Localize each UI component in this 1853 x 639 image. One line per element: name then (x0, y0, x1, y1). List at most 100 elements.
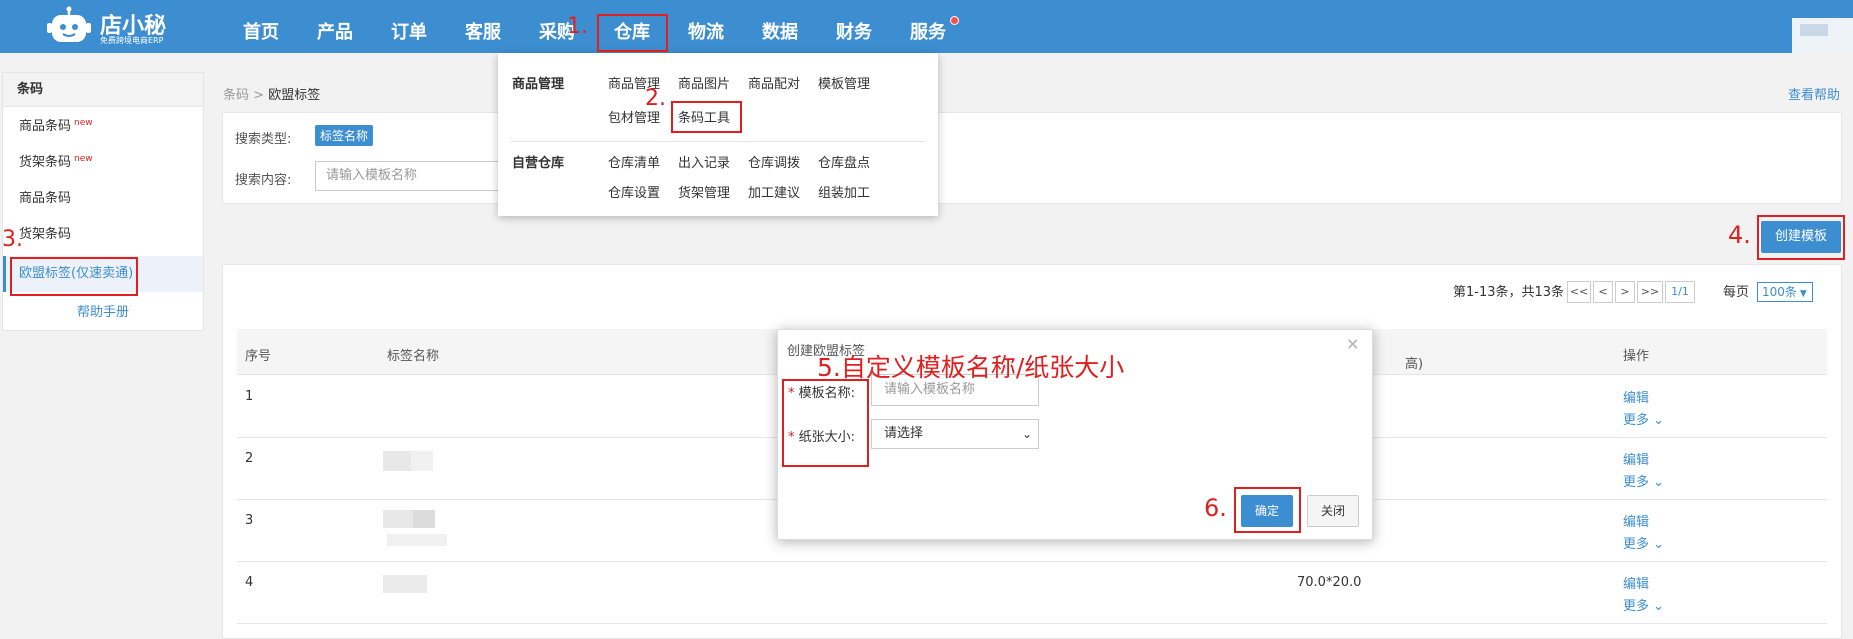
breadcrumb-parent[interactable]: 条码 (223, 88, 249, 103)
more-dropdown[interactable]: 更多 ⌄ (1623, 595, 1664, 614)
sidebar-item-shelf-barcode-new[interactable]: 货架条码 new (3, 145, 203, 181)
annotation-box-form-fields (782, 379, 869, 467)
nav-orders[interactable]: 订单 (372, 0, 446, 53)
sidebar-title: 条码 (3, 73, 203, 107)
per-page-label: 每页 (1723, 285, 1750, 300)
chevron-down-icon: ⌄ (1649, 475, 1665, 490)
more-label: 更多 (1623, 537, 1650, 552)
sidebar-item-label: 货架条码 (19, 155, 72, 170)
pager-first-button[interactable]: << (1567, 281, 1591, 303)
logo[interactable]: 店小秘 免费跨境电商ERP (44, 2, 174, 48)
blurred-thumbnail (387, 534, 447, 546)
menu-item-product-pairing[interactable]: 商品配对 (748, 73, 800, 92)
row-index: 2 (245, 451, 254, 466)
breadcrumb-separator: > (249, 88, 269, 103)
table-row: 4 70.0*20.0 编辑 更多 ⌄ (237, 562, 1827, 624)
menu-item-product-images[interactable]: 商品图片 (678, 73, 730, 92)
warehouse-dropdown-menu: 商品管理 商品管理 商品图片 商品配对 模板管理 包材管理 条码工具 自营仓库 … (498, 53, 938, 216)
close-button[interactable]: 关闭 (1307, 495, 1359, 527)
nav-home[interactable]: 首页 (224, 0, 298, 53)
edit-link[interactable]: 编辑 (1623, 449, 1649, 468)
top-navbar: 店小秘 免费跨境电商ERP 首页 产品 订单 客服 采购 仓库 物流 数据 财务… (0, 0, 1853, 53)
annotation-step-3: 3. (2, 227, 23, 252)
edit-link[interactable]: 编辑 (1623, 387, 1649, 406)
menu-item-processing-suggestion[interactable]: 加工建议 (748, 182, 800, 201)
nav-products[interactable]: 产品 (298, 0, 372, 53)
more-dropdown[interactable]: 更多 ⌄ (1623, 533, 1664, 552)
blurred-thumbnail (383, 575, 427, 593)
edit-link[interactable]: 编辑 (1623, 573, 1649, 592)
row-index: 1 (245, 389, 254, 404)
search-input[interactable]: 请输入模板名称 (315, 161, 525, 191)
group-title-own-warehouse: 自营仓库 (512, 156, 565, 171)
more-dropdown[interactable]: 更多 ⌄ (1623, 471, 1664, 490)
pager-prev-button[interactable]: < (1593, 281, 1613, 303)
per-page-select[interactable]: 100条 ▼ (1757, 282, 1813, 302)
user-avatar[interactable] (1792, 18, 1853, 53)
more-label: 更多 (1623, 599, 1650, 614)
search-content-label: 搜索内容: (235, 173, 292, 188)
blurred-thumbnail (383, 510, 413, 528)
annotation-step-5: 5.自定义模板名称/纸张大小 (817, 353, 1125, 382)
pager-last-button[interactable]: >> (1637, 281, 1663, 303)
nav-customer-service[interactable]: 客服 (446, 0, 520, 53)
chevron-down-icon: ▼ (1799, 289, 1807, 299)
logo-subtitle: 免费跨境电商ERP (100, 36, 164, 45)
sidebar-item-label: 货架条码 (19, 227, 72, 242)
new-badge: new (74, 118, 93, 128)
menu-item-shelf-management[interactable]: 货架管理 (678, 182, 730, 201)
annotation-box-eu-label (10, 257, 138, 296)
pager-page-indicator: 1/1 (1665, 281, 1695, 303)
pager-next-button[interactable]: > (1615, 281, 1635, 303)
menu-item-warehouse-settings[interactable]: 仓库设置 (608, 182, 660, 201)
sidebar-item-product-barcode[interactable]: 商品条码 (3, 181, 203, 217)
blurred-thumbnail (383, 451, 411, 471)
search-panel: 搜索类型: 标签名称 搜索内容: 请输入模板名称 (222, 112, 1842, 204)
breadcrumb-current: 欧盟标签 (268, 88, 321, 103)
help-manual-link[interactable]: 帮助手册 (3, 301, 203, 320)
new-badge: new (74, 154, 93, 164)
sidebar-item-label: 商品条码 (19, 119, 72, 134)
group-title-product-management: 商品管理 (512, 77, 565, 92)
notification-dot (950, 16, 959, 25)
menu-item-warehouse-transfer[interactable]: 仓库调拨 (748, 152, 800, 171)
annotation-box-create-template (1757, 215, 1845, 260)
menu-item-warehouse-list[interactable]: 仓库清单 (608, 152, 660, 171)
close-icon[interactable]: × (1346, 334, 1359, 353)
more-label: 更多 (1623, 475, 1650, 490)
nav-logistics[interactable]: 物流 (669, 0, 743, 53)
edit-link[interactable]: 编辑 (1623, 511, 1649, 530)
per-page-value: 100条 (1762, 285, 1797, 299)
chevron-down-icon: ⌄ (1021, 427, 1032, 441)
nav-finance[interactable]: 财务 (817, 0, 891, 53)
paper-size-select[interactable]: 请选择 ⌄ (871, 419, 1039, 449)
blurred-thumbnail (413, 510, 435, 528)
search-type-chip[interactable]: 标签名称 (315, 125, 374, 146)
chevron-down-icon: ⌄ (1649, 413, 1665, 428)
annotation-box-warehouse (597, 14, 668, 52)
header-index: 序号 (245, 349, 272, 364)
row-size: 70.0*20.0 (1297, 575, 1362, 590)
chevron-down-icon: ⌄ (1649, 537, 1665, 552)
annotation-step-4: 4. (1728, 221, 1751, 249)
annotation-step-2: 2. (645, 86, 666, 111)
menu-item-stocktaking[interactable]: 仓库盘点 (818, 152, 870, 171)
sidebar-item-product-barcode-new[interactable]: 商品条码 new (3, 109, 203, 145)
more-dropdown[interactable]: 更多 ⌄ (1623, 409, 1664, 428)
row-index: 4 (245, 575, 254, 590)
paper-size-value: 请选择 (884, 426, 924, 441)
nav-data[interactable]: 数据 (743, 0, 817, 53)
robot-logo-icon (47, 6, 91, 42)
nav-service[interactable]: 服务 (891, 0, 965, 53)
menu-item-template-management[interactable]: 模板管理 (818, 73, 870, 92)
pager-summary: 第1-13条，共13条 (1453, 285, 1565, 300)
header-name: 标签名称 (387, 349, 440, 364)
menu-item-io-records[interactable]: 出入记录 (678, 152, 730, 171)
view-help-link[interactable]: 查看帮助 (1788, 84, 1840, 103)
annotation-box-barcode-tool (671, 101, 742, 133)
sidebar-item-label: 商品条码 (19, 191, 72, 206)
sidebar-item-shelf-barcode[interactable]: 货架条码 (3, 217, 203, 253)
more-label: 更多 (1623, 413, 1650, 428)
menu-item-assembly-processing[interactable]: 组装加工 (818, 182, 870, 201)
annotation-step-1: 1. (567, 14, 588, 39)
